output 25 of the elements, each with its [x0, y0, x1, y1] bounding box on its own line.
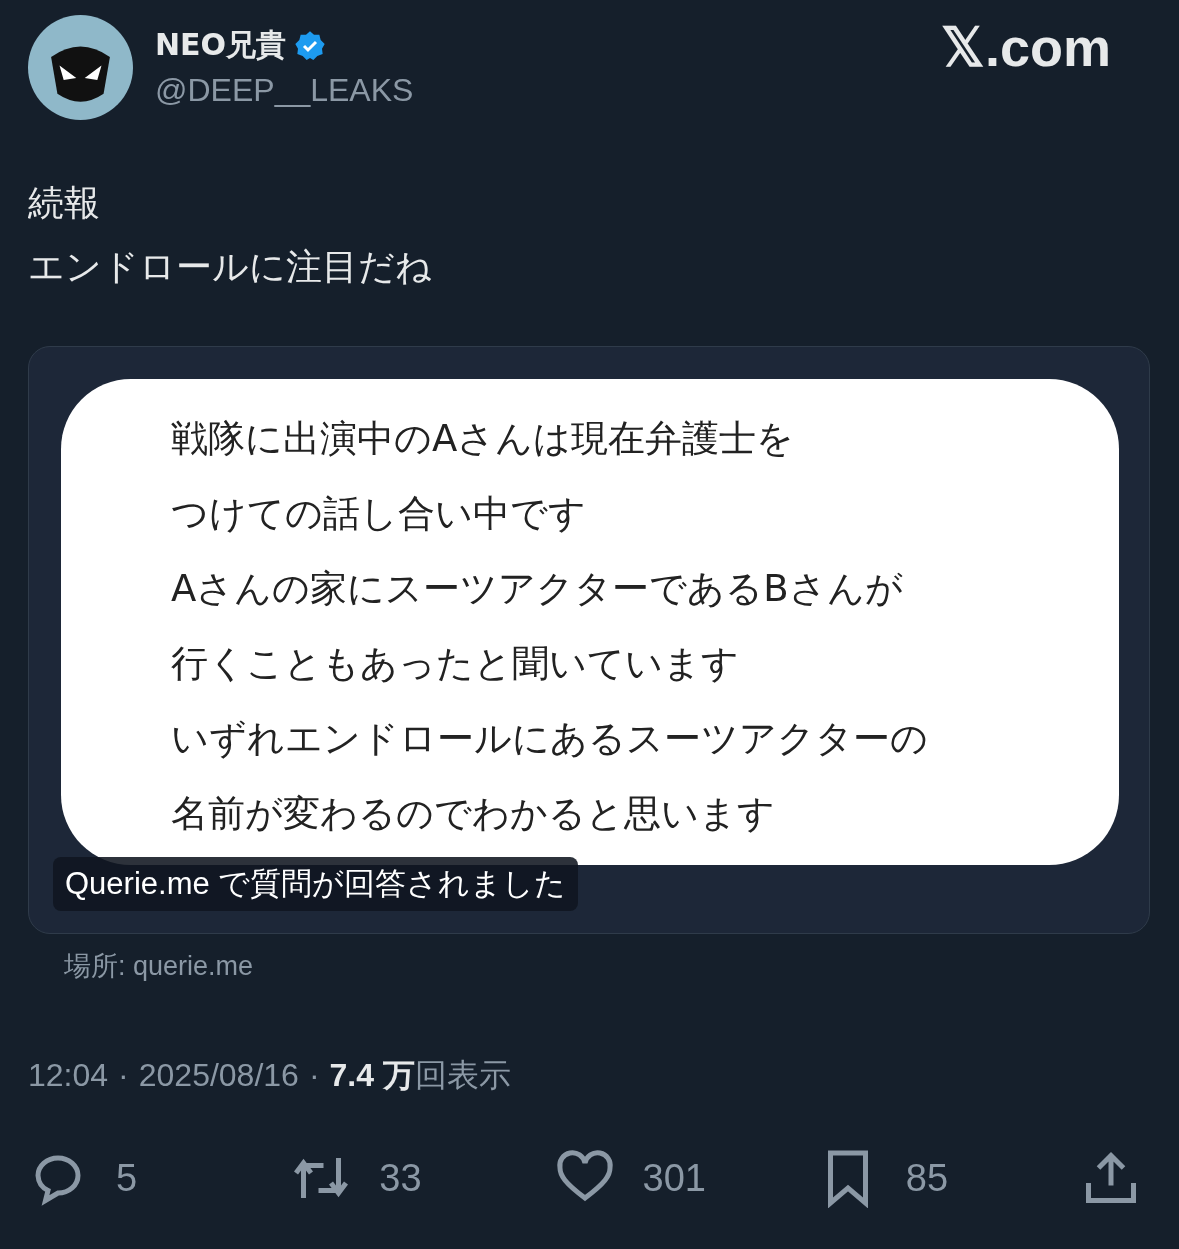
site-logo: 𝕏.com — [940, 15, 1111, 79]
action-count: 5 — [116, 1156, 138, 1200]
user-name[interactable]: NEO兄貴 — [155, 25, 287, 66]
action-count: 85 — [905, 1156, 949, 1200]
link-card[interactable]: 戦隊に出演中のAさんは現在弁護士を つけての話し合い中です Aさんの家にスーツアクターであるBさんが 行くこともあったと聞いています いずれエンドロールにあるスーツアクターの 名前が変わるのでわかると思います Querie.me で質問が回答されました — [28, 346, 1150, 934]
user-handle[interactable]: @DEEP__LEAKS — [155, 72, 919, 109]
card-caption: Querie.me で質問が回答されました — [53, 857, 579, 911]
answer-text: いずれエンドロールにあるスーツアクターの — [171, 716, 929, 762]
answer-text: 名前が変わるのでわかると思います — [171, 791, 776, 837]
action-count: 33 — [379, 1156, 422, 1200]
view-label: 回表示 — [414, 1056, 511, 1095]
answer-text: 行くこともあったと聞いています — [171, 641, 740, 687]
separator-dot: · — [118, 1057, 129, 1094]
post-text: 続報 — [28, 182, 101, 224]
post-time: 12:04 — [28, 1057, 109, 1094]
answer-text: 戦隊に出演中のAさんは現在弁護士を — [171, 416, 796, 462]
answer-text: Aさんの家にスーツアクターであるBさんが — [171, 566, 904, 612]
avatar[interactable] — [28, 14, 133, 120]
action-count: 301 — [642, 1156, 706, 1200]
answer-text: つけての話し合い中です — [171, 491, 587, 537]
post-text: エンドロールに注目だね — [28, 246, 433, 288]
separator-dot: · — [308, 1057, 320, 1094]
source-link[interactable]: 場所: querie.me — [64, 948, 254, 984]
view-count: 7.4 万 — [329, 1056, 415, 1095]
post-date: 2025/08/16 — [138, 1057, 299, 1094]
